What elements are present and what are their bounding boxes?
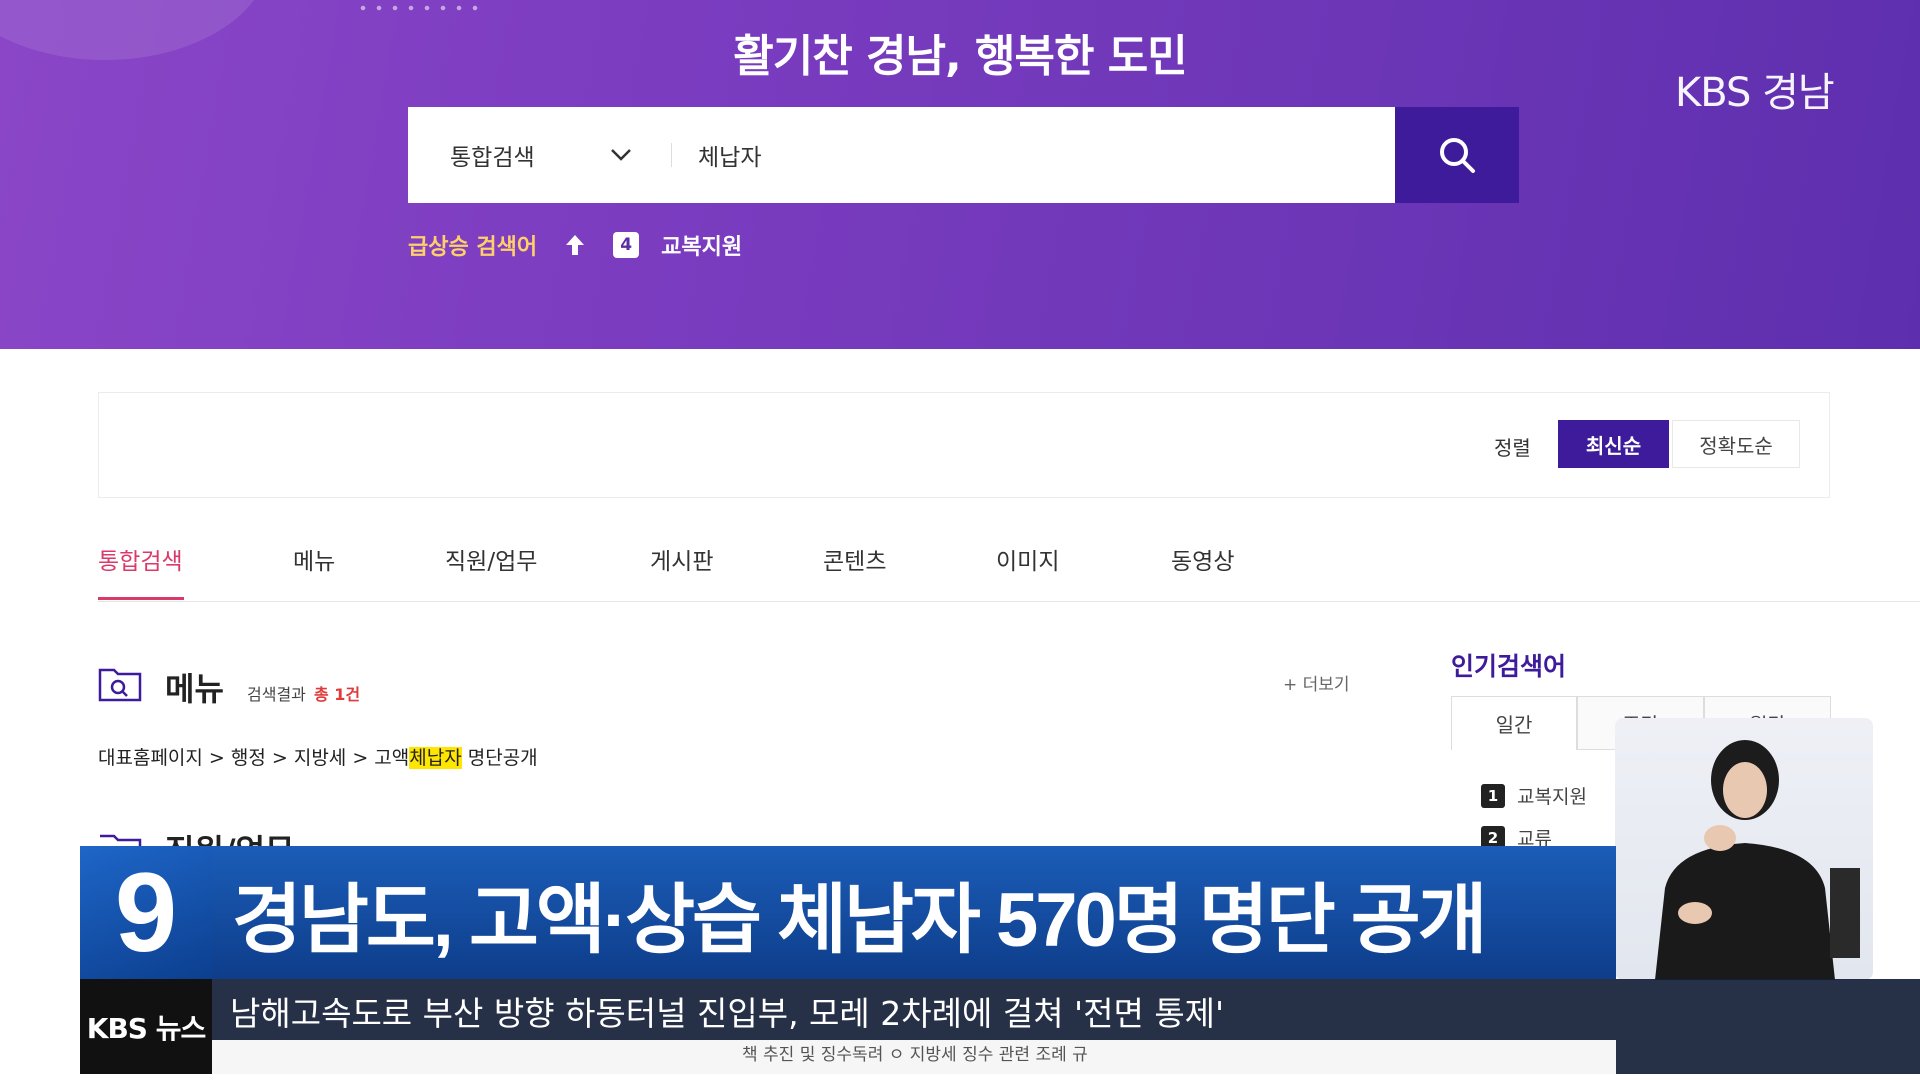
- arrow-up-icon: [566, 235, 585, 255]
- kbs-news-brand: KBS 뉴스: [80, 979, 212, 1074]
- popular-rank: 1: [1481, 783, 1505, 808]
- tab-board[interactable]: 게시판: [650, 542, 713, 576]
- search-divider: [671, 143, 672, 167]
- search-icon: [1440, 138, 1475, 173]
- popular-item[interactable]: 1 교복지원: [1481, 782, 1587, 809]
- sort-label: 정렬: [1494, 436, 1531, 460]
- search-box: 통합검색: [408, 107, 1395, 203]
- path-prefix: 대표홈페이지 > 행정 > 지방세 > 고액: [98, 747, 410, 769]
- sort-accuracy-button[interactable]: 정확도순: [1672, 420, 1800, 468]
- channel-badge: 9: [80, 846, 212, 979]
- tab-videos[interactable]: 동영상: [1171, 542, 1234, 576]
- tab-menu[interactable]: 메뉴: [293, 542, 335, 576]
- underlying-page-strip: 책 추진 및 징수독려 ㅇ 지방세 징수 관련 조례 규: [212, 1040, 1616, 1074]
- result-tabs: 통합검색 메뉴 직원/업무 게시판 콘텐츠 이미지 동영상: [98, 530, 1920, 602]
- decorative-blob: [0, 0, 270, 60]
- trending-keyword-link[interactable]: 교복지원: [661, 229, 742, 261]
- staff-section-title: 직원/업무: [165, 826, 294, 848]
- page-headline: 활기찬 경남, 행복한 도민: [733, 31, 1187, 82]
- tab-images[interactable]: 이미지: [996, 542, 1059, 576]
- trending-label: 급상승 검색어: [408, 235, 538, 260]
- menu-count-label: 검색결과: [247, 685, 306, 704]
- more-link[interactable]: + 더보기: [1283, 670, 1350, 695]
- decorative-dots: [355, 4, 485, 12]
- trending-rank-badge: 4: [613, 232, 640, 258]
- search-input[interactable]: [698, 135, 1358, 175]
- channel-number: 9: [114, 849, 178, 975]
- popular-word: 교복지원: [1517, 786, 1587, 808]
- search-button[interactable]: [1395, 107, 1519, 203]
- underlying-text: 책 추진 및 징수독려 ㅇ 지방세 징수 관련 조례 규: [742, 1045, 1088, 1065]
- popular-tab-daily[interactable]: 일간: [1451, 696, 1577, 750]
- news-ticker: 남해고속도로 부산 방향 하동터널 진입부, 모레 2차례에 걸쳐 '전면 통제…: [230, 994, 1225, 1033]
- sign-language-interpreter: [1615, 718, 1873, 980]
- interpreter-figure-icon: [1655, 740, 1860, 980]
- tab-integrated[interactable]: 통합검색: [98, 542, 183, 576]
- chevron-down-icon[interactable]: [606, 139, 636, 169]
- folder-icon: [100, 834, 142, 848]
- tab-contents[interactable]: 콘텐츠: [823, 542, 886, 576]
- tab-staff[interactable]: 직원/업무: [445, 542, 537, 576]
- active-tab-indicator: [98, 597, 184, 600]
- news-headline: 경남도, 고액·상습 체납자 570명 명단 공개: [232, 877, 1488, 963]
- menu-result-path[interactable]: 대표홈페이지 > 행정 > 지방세 > 고액체납자 명단공개: [98, 743, 538, 770]
- kbs-logo: KBS 경남: [1675, 70, 1835, 116]
- path-highlight: 체납자: [409, 747, 462, 769]
- popular-searches-title: 인기검색어: [1451, 652, 1567, 681]
- path-suffix: 명단공개: [461, 747, 538, 769]
- search-category-label: 통합검색: [450, 145, 535, 171]
- menu-section-title: 메뉴: [165, 670, 224, 708]
- trending-keywords: 급상승 검색어 4 교복지원: [408, 228, 742, 262]
- menu-count: 총 1건: [314, 685, 361, 704]
- folder-search-icon: [98, 668, 142, 702]
- sort-latest-button[interactable]: 최신순: [1558, 420, 1669, 468]
